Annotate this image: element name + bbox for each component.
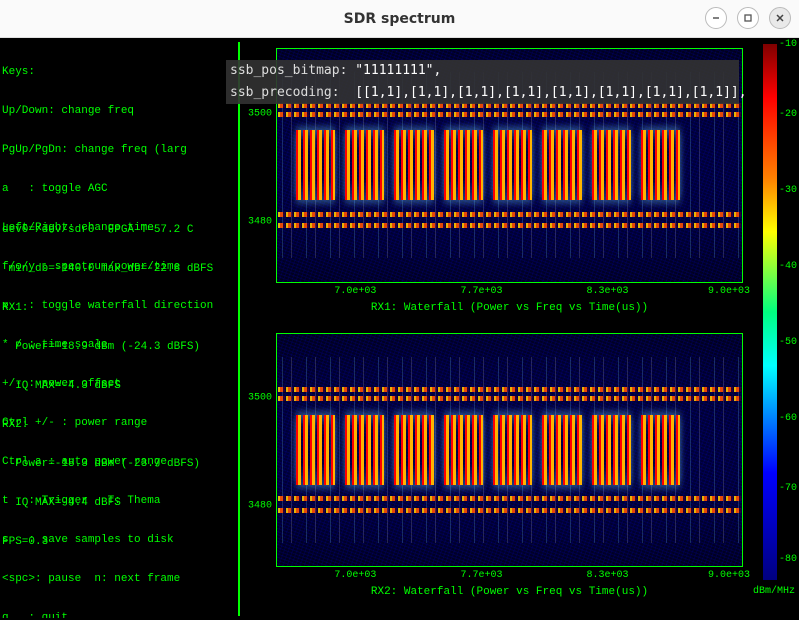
- keys-heading: Keys:: [2, 66, 234, 79]
- dev-line: IQ MAX=-4.4 dBFS: [2, 497, 213, 510]
- x-tick: 9.0e+03: [708, 569, 750, 582]
- colorbar-tick: -20: [779, 108, 797, 121]
- x-tick: 7.7e+03: [460, 285, 502, 298]
- plot-xlabel: RX1: Waterfall (Power vs Freq vs Time(us…: [276, 302, 743, 315]
- dev-line: Power=-18.9 dBm (-24.3 dBFS): [2, 341, 213, 354]
- keys-line: a : toggle AGC: [2, 183, 234, 196]
- divider: [238, 42, 240, 616]
- terminal-overlay: ssb_pos_bitmap: "11111111", ssb_precodin…: [226, 60, 739, 104]
- colorbar-tick: -60: [779, 412, 797, 425]
- maximize-button[interactable]: [737, 7, 759, 29]
- y-tick: 3480: [248, 215, 272, 228]
- left-info-panel: Keys: Up/Down: change freq PgUp/PgDn: ch…: [2, 40, 234, 618]
- y-tick: 3480: [248, 500, 272, 513]
- colorbar-label: dBm/MHz: [751, 585, 795, 598]
- dev-line: min_db=-140.0 max_db=-22.8 dBFS: [2, 263, 213, 276]
- overlay-val: [[1,1],[1,1],[1,1],[1,1],[1,1],[1,1],[1,…: [340, 85, 747, 100]
- dev-line: RX1:: [2, 302, 213, 315]
- dev-line: RX2:: [2, 419, 213, 432]
- y-tick: 3500: [248, 392, 272, 405]
- x-tick: 9.0e+03: [708, 285, 750, 298]
- colorbar-tick: -50: [779, 336, 797, 349]
- dev-line: IQ MAX=-4.3 dBFS: [2, 380, 213, 393]
- plot-xlabel: RX2: Waterfall (Power vs Freq vs Time(us…: [276, 586, 743, 599]
- waterfall-rx2: 3500 3480: [242, 329, 747, 602]
- x-tick: 8.3e+03: [587, 285, 629, 298]
- x-tick: 8.3e+03: [587, 569, 629, 582]
- colorbar-tick: -80: [779, 553, 797, 566]
- window-title: SDR spectrum: [344, 11, 456, 27]
- colorbar-tick: -70: [779, 482, 797, 495]
- overlay-key: ssb_precoding:: [230, 85, 340, 100]
- colorbar-tick: -10: [779, 38, 797, 51]
- colorbar-tick: -30: [779, 184, 797, 197]
- close-button[interactable]: [769, 7, 791, 29]
- keys-line: Up/Down: change freq: [2, 105, 234, 118]
- window-titlebar: SDR spectrum: [0, 0, 799, 38]
- sdr-app: Keys: Up/Down: change freq PgUp/PgDn: ch…: [0, 38, 799, 620]
- keys-line: PgUp/PgDn: change freq (larg: [2, 144, 234, 157]
- dev-line: FPS=0.3: [2, 536, 213, 549]
- x-tick: 7.0e+03: [334, 285, 376, 298]
- dev-heading: dev0=/dev/sdr0 FPGA T=57.2 C: [2, 224, 213, 237]
- dev-line: Power=-18.3 dBm (-23.7 dBFS): [2, 458, 213, 471]
- y-tick: 3500: [248, 107, 272, 120]
- overlay-val: "11111111",: [347, 63, 441, 78]
- minimize-button[interactable]: [705, 7, 727, 29]
- plot-area: ssb_pos_bitmap: "11111111", ssb_precodin…: [242, 44, 747, 612]
- x-tick: 7.0e+03: [334, 569, 376, 582]
- colorbar-tick: -40: [779, 260, 797, 273]
- colorbar: -10 -20 -30 -40 -50 -60 -70 -80 dBm/MHz: [751, 44, 795, 594]
- overlay-key: ssb_pos_bitmap:: [230, 63, 347, 78]
- x-tick: 7.7e+03: [460, 569, 502, 582]
